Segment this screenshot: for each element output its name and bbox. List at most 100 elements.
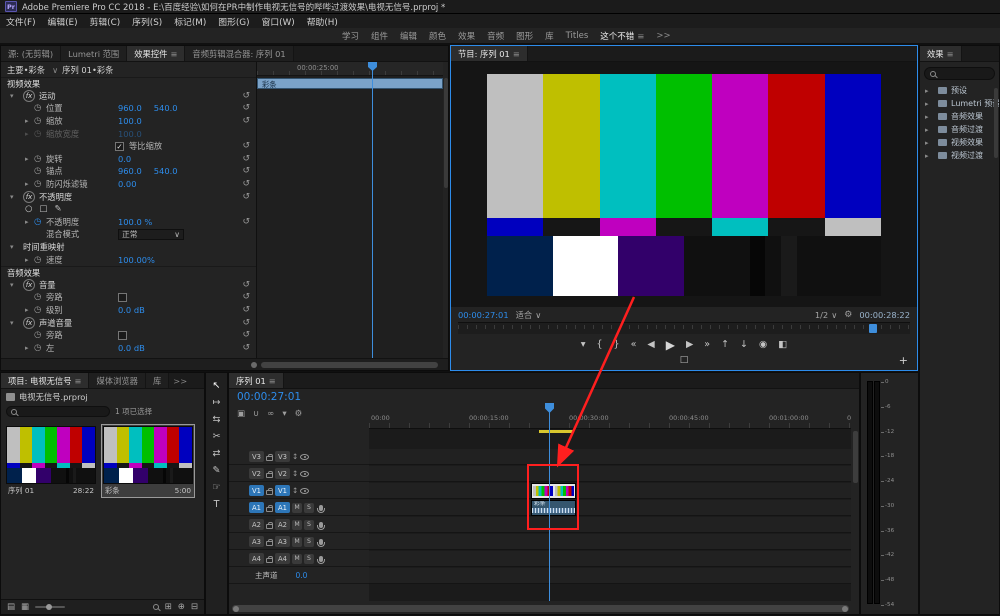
- track-lock-icon[interactable]: [266, 558, 273, 563]
- mark-out-icon[interactable]: }: [614, 339, 620, 350]
- panel-tab[interactable]: 项目: 电视无信号≡: [1, 373, 89, 388]
- comparison-view-icon[interactable]: ◧: [778, 339, 787, 350]
- track-target-button[interactable]: A1: [275, 502, 290, 513]
- delete-icon[interactable]: ⊟: [191, 602, 198, 612]
- property-value[interactable]: 0.00: [118, 179, 136, 189]
- workspace-tab[interactable]: 学习: [336, 30, 365, 42]
- list-view-icon[interactable]: ▤: [7, 602, 15, 612]
- workspace-tab[interactable]: 音频: [481, 30, 510, 42]
- source-patch-button[interactable]: A2: [249, 519, 264, 530]
- effect-property-row[interactable]: ○□✎: [1, 203, 256, 216]
- panel-menu-icon[interactable]: ≡: [947, 49, 954, 59]
- master-volume-value[interactable]: 0.0: [296, 571, 308, 580]
- effect-property-row[interactable]: ▾时间重映射: [1, 241, 256, 254]
- go-to-out-icon[interactable]: »: [704, 339, 710, 350]
- fx-badge-icon[interactable]: fx: [23, 317, 35, 329]
- panel-menu-icon[interactable]: ≡: [75, 376, 82, 386]
- workspace-tab[interactable]: 颜色: [423, 30, 452, 42]
- workspace-overflow-icon[interactable]: >>: [656, 31, 670, 41]
- track-output-eye-icon[interactable]: [300, 488, 309, 494]
- menu-item[interactable]: 剪辑(C): [84, 15, 127, 28]
- rect-mask-icon[interactable]: □: [39, 204, 47, 214]
- chevron-right-icon[interactable]: ▸: [25, 130, 34, 138]
- timeline-lane[interactable]: [369, 449, 851, 465]
- menu-item[interactable]: 文件(F): [0, 15, 42, 28]
- effects-search-input[interactable]: [924, 67, 995, 80]
- sync-lock-icon[interactable]: ↕: [292, 452, 298, 461]
- project-search-input[interactable]: [6, 406, 110, 417]
- razor-tool[interactable]: ✂: [213, 431, 221, 442]
- find-icon[interactable]: [153, 604, 159, 610]
- track-target-button[interactable]: A4: [275, 553, 290, 564]
- source-patch-button[interactable]: V1: [249, 485, 264, 496]
- timeline-ruler[interactable]: 00:0000:00:15:0000:00:30:0000:00:45:0000…: [369, 403, 851, 429]
- ripple-edit-tool[interactable]: ⇆: [213, 414, 221, 425]
- chevron-down-icon[interactable]: ▾: [10, 243, 19, 251]
- property-value[interactable]: 100.0: [118, 116, 142, 126]
- project-item-card[interactable]: 彩条5:00: [102, 425, 194, 497]
- panel-tab[interactable]: 库: [146, 373, 169, 388]
- property-value[interactable]: 540.0: [154, 166, 178, 176]
- stopwatch-icon[interactable]: ◷: [34, 103, 46, 113]
- blend-mode-dropdown[interactable]: 正常∨: [118, 229, 184, 240]
- lift-icon[interactable]: ↑: [721, 339, 729, 350]
- reset-parameter-icon[interactable]: ↺: [242, 305, 250, 315]
- track-target-button[interactable]: V3: [275, 451, 290, 462]
- playback-resolution-dropdown[interactable]: 1/2∨: [815, 310, 837, 320]
- track-header[interactable]: 主声道0.0: [229, 568, 369, 584]
- property-value[interactable]: 100.0 %: [118, 217, 152, 227]
- effect-property-row[interactable]: ▸◷防闪烁滤镜0.00↺: [1, 178, 256, 191]
- panel-menu-icon[interactable]: ≡: [637, 32, 644, 42]
- solo-button[interactable]: S: [304, 503, 314, 513]
- timeline-lane[interactable]: [369, 500, 851, 516]
- add-marker-icon[interactable]: ▾: [282, 409, 286, 419]
- effect-property-row[interactable]: ▸◷旋转0.0↺: [1, 153, 256, 166]
- menu-item[interactable]: 标记(M): [168, 15, 212, 28]
- new-bin-icon[interactable]: ⊞: [165, 602, 172, 612]
- effect-property-row[interactable]: ▾fx声道音量↺: [1, 316, 256, 329]
- track-header[interactable]: V2V2↕: [229, 466, 369, 482]
- pen-tool[interactable]: ✎: [213, 465, 221, 476]
- chevron-right-icon[interactable]: ▸: [925, 87, 934, 95]
- solo-button[interactable]: S: [304, 520, 314, 530]
- new-item-icon[interactable]: ⊕: [178, 602, 185, 612]
- track-output-eye-icon[interactable]: [300, 471, 309, 477]
- effects-tree-item[interactable]: ▸视频过渡: [920, 149, 999, 162]
- slip-tool[interactable]: ⇄: [213, 448, 221, 459]
- reset-parameter-icon[interactable]: ↺: [242, 179, 250, 189]
- chevron-right-icon[interactable]: ▸: [925, 113, 934, 121]
- mute-button[interactable]: M: [292, 554, 302, 564]
- mini-timeline-clip[interactable]: 彩条: [257, 78, 443, 89]
- reset-parameter-icon[interactable]: ↺: [242, 103, 250, 113]
- sync-lock-icon[interactable]: ↕: [292, 469, 298, 478]
- panel-tab[interactable]: Lumetri 范围: [61, 46, 127, 61]
- reset-parameter-icon[interactable]: ↺: [242, 330, 250, 340]
- reset-parameter-icon[interactable]: ↺: [242, 166, 250, 176]
- chevron-right-icon[interactable]: ▸: [925, 100, 934, 108]
- effect-property-row[interactable]: ▸◷速度100.00%: [1, 253, 256, 266]
- track-output-eye-icon[interactable]: [300, 454, 309, 460]
- workspace-tab[interactable]: 图形: [510, 30, 539, 42]
- project-item-card[interactable]: 序列 0128:22: [5, 425, 97, 497]
- nest-icon[interactable]: ▣: [237, 409, 245, 419]
- effect-property-row[interactable]: ▸◷缩放宽度100.0: [1, 127, 256, 140]
- reset-parameter-icon[interactable]: ↺: [242, 343, 250, 353]
- property-value[interactable]: 100.00%: [118, 255, 155, 265]
- reset-parameter-icon[interactable]: ↺: [242, 217, 250, 227]
- button-editor-plus-icon[interactable]: +: [899, 354, 908, 367]
- timeline-lane[interactable]: [369, 466, 851, 482]
- tab-program[interactable]: 节目: 序列 01 ≡: [451, 46, 528, 61]
- reset-parameter-icon[interactable]: ↺: [242, 91, 250, 101]
- chevron-down-icon[interactable]: ∨: [52, 65, 58, 75]
- menu-item[interactable]: 图形(G): [212, 15, 255, 28]
- reset-parameter-icon[interactable]: ↺: [242, 192, 250, 202]
- chevron-right-icon[interactable]: ▸: [925, 126, 934, 134]
- program-scrubber[interactable]: [458, 322, 910, 334]
- track-target-button[interactable]: V2: [275, 468, 290, 479]
- menu-item[interactable]: 窗口(W): [256, 15, 301, 28]
- menu-item[interactable]: 序列(S): [126, 15, 168, 28]
- stopwatch-icon[interactable]: ◷: [34, 129, 46, 139]
- property-value[interactable]: 960.0: [118, 166, 142, 176]
- solo-button[interactable]: S: [304, 554, 314, 564]
- timeline-lane[interactable]: [369, 483, 851, 499]
